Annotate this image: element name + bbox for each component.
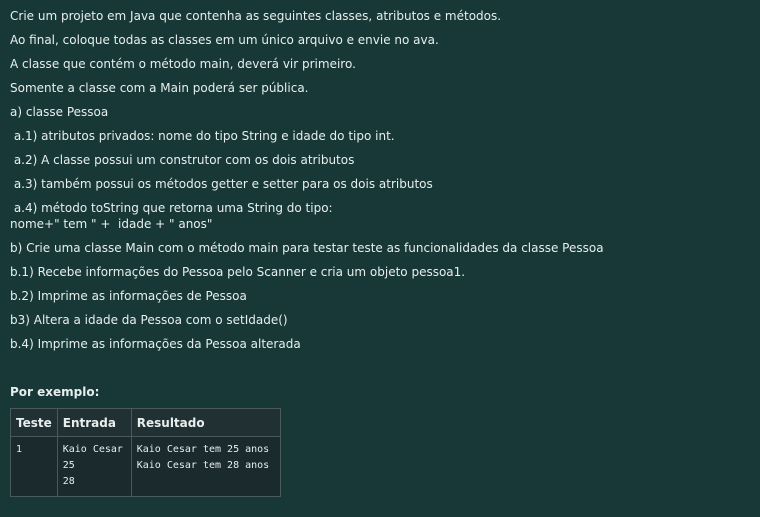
cell-teste-value: 1 xyxy=(16,444,23,455)
table-header-row: Teste Entrada Resultado xyxy=(10,408,281,437)
example-label: Por exemplo: xyxy=(10,385,100,399)
instruction-line: b3) Altera a idade da Pessoa com o setId… xyxy=(10,313,288,327)
entrada-line: Kaio Cesar xyxy=(62,444,123,455)
instruction-line: a.3) também possui os métodos getter e s… xyxy=(10,177,433,191)
cell-entrada: Kaio Cesar 25 28 xyxy=(56,436,132,497)
instruction-line: A classe que contém o método main, dever… xyxy=(10,57,356,71)
instruction-line: nome+" tem " + idade + " anos" xyxy=(10,217,213,231)
instruction-line: b.2) Imprime as informações de Pessoa xyxy=(10,289,247,303)
instruction-line: Ao final, coloque todas as classes em um… xyxy=(10,33,439,47)
question-text: Crie um projeto em Java que contenha as … xyxy=(0,0,760,497)
resultado-line: Kaio Cesar tem 28 anos xyxy=(136,460,270,471)
instruction-line: a.4) método toString que retorna uma Str… xyxy=(10,201,333,215)
table-row: 1 Kaio Cesar 25 28 Kaio Cesar tem 25 anos K… xyxy=(10,436,281,497)
cell-teste: 1 xyxy=(10,436,58,497)
instruction-line: Somente a classe com a Main poderá ser p… xyxy=(10,81,309,95)
instruction-line: a.2) A classe possui um construtor com o… xyxy=(10,153,355,167)
entrada-line: 28 xyxy=(62,476,75,487)
resultado-line: Kaio Cesar tem 25 anos xyxy=(136,444,270,455)
entrada-line: 25 xyxy=(62,460,75,471)
header-resultado: Resultado xyxy=(130,408,281,437)
instruction-line: b.1) Recebe informações do Pessoa pelo S… xyxy=(10,265,466,279)
instruction-line: b.4) Imprime as informações da Pessoa al… xyxy=(10,337,301,351)
header-entrada: Entrada xyxy=(56,408,132,437)
cell-resultado: Kaio Cesar tem 25 anos Kaio Cesar tem 28 … xyxy=(130,436,281,497)
instruction-line: a) classe Pessoa xyxy=(10,105,109,119)
example-table: Teste Entrada Resultado 1 Kaio Cesar 25 28… xyxy=(10,408,281,497)
instruction-line: Crie um projeto em Java que contenha as … xyxy=(10,9,502,23)
instruction-line: b) Crie uma classe Main com o método mai… xyxy=(10,241,604,255)
header-teste: Teste xyxy=(10,408,58,437)
instruction-line: a.1) atributos privados: nome do tipo St… xyxy=(10,129,395,143)
